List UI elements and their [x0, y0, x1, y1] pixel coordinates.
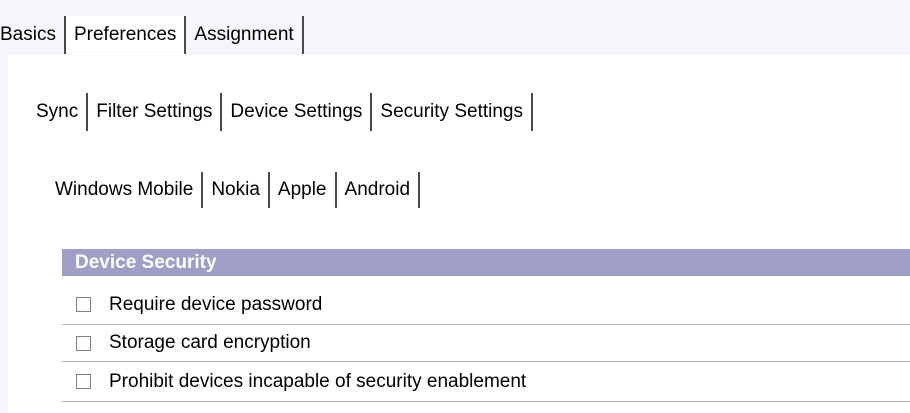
storage-card-encryption-checkbox[interactable] — [76, 335, 91, 351]
tab-sync[interactable]: Sync — [36, 93, 89, 131]
prohibit-incapable-devices-label[interactable]: Prohibit devices incapable of security e… — [109, 371, 526, 393]
preferences-tab-bar: Sync Filter Settings Device Settings Sec… — [36, 93, 533, 131]
tab-security-settings[interactable]: Security Settings — [372, 93, 533, 131]
platform-tab-bar: Windows Mobile Nokia Apple Android — [55, 172, 421, 208]
tab-android[interactable]: Android — [337, 172, 421, 208]
option-prohibit-incapable-devices: Prohibit devices incapable of security e… — [62, 362, 910, 402]
tab-nokia[interactable]: Nokia — [203, 172, 270, 208]
tab-basics[interactable]: Basics — [0, 16, 66, 54]
option-require-device-password: Require device password — [62, 285, 910, 325]
require-device-password-checkbox[interactable] — [76, 297, 91, 312]
device-security-header: Device Security — [62, 249, 910, 276]
tab-assignment[interactable]: Assignment — [186, 16, 304, 54]
tab-filter-settings[interactable]: Filter Settings — [88, 93, 223, 131]
tab-device-settings[interactable]: Device Settings — [222, 93, 373, 131]
storage-card-encryption-label[interactable]: Storage card encryption — [109, 332, 311, 354]
tab-preferences[interactable]: Preferences — [65, 16, 187, 54]
tab-windows-mobile[interactable]: Windows Mobile — [55, 172, 204, 208]
require-device-password-label[interactable]: Require device password — [109, 294, 322, 316]
option-storage-card-encryption: Storage card encryption — [62, 325, 910, 362]
top-tab-bar: Basics Preferences Assignment — [0, 16, 304, 54]
prohibit-incapable-devices-checkbox[interactable] — [76, 374, 91, 389]
tab-apple[interactable]: Apple — [270, 172, 337, 208]
